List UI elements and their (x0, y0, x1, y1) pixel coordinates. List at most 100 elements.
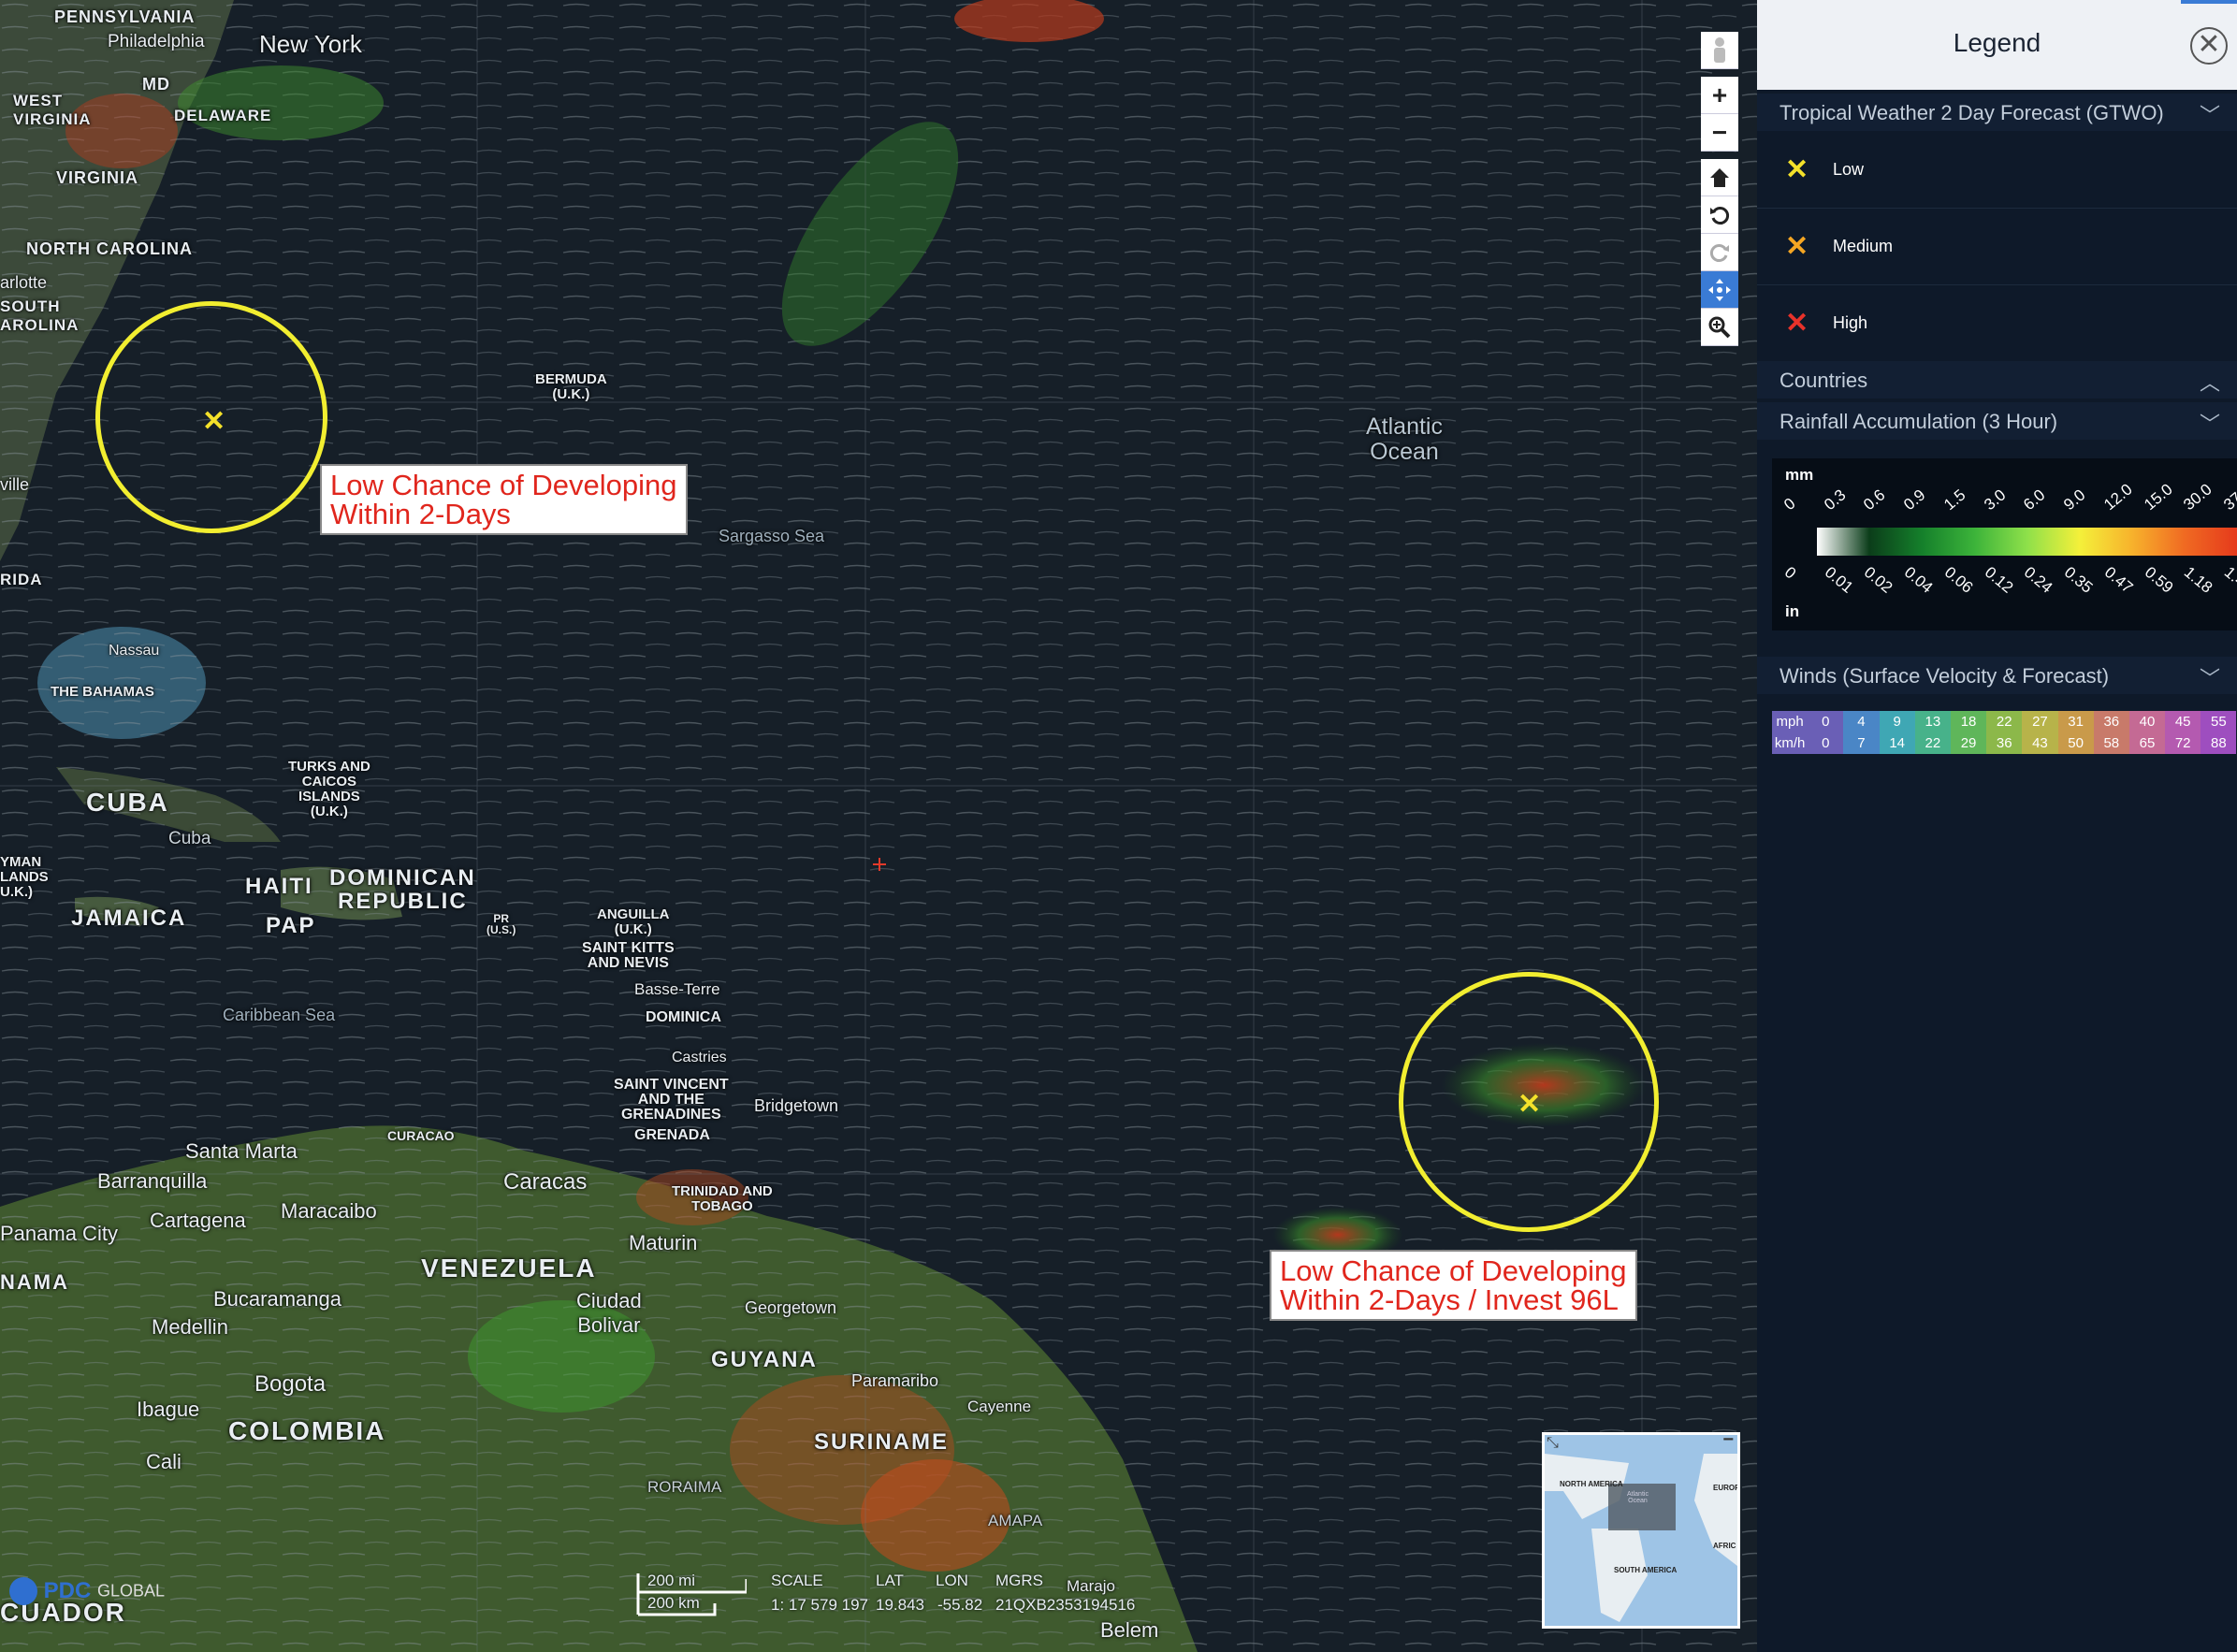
label-bridgetown: Bridgetown (754, 1096, 839, 1115)
wind-value-cell: 36 (1986, 732, 2023, 754)
scale-label: SCALE (771, 1572, 823, 1589)
label-santa-marta: Santa Marta (185, 1139, 298, 1163)
rainfall-in-tick: 0.04 (1900, 563, 1937, 597)
street-view-button[interactable] (1701, 32, 1738, 69)
legend-item-label: Low (1833, 160, 1865, 179)
legend-item-label: Medium (1833, 237, 1894, 255)
zoom-out-button[interactable]: − (1701, 114, 1738, 152)
rainfall-mm-tick: 1.5 (1940, 485, 1969, 514)
pan-button[interactable] (1701, 271, 1738, 309)
label-trinidad: TRINIDAD AND TOBAGO (672, 1183, 773, 1214)
rotate-left-button[interactable] (1701, 196, 1738, 234)
legend-item-medium: ✕ Medium (1757, 210, 2237, 285)
label-maracaibo: Maracaibo (281, 1199, 377, 1223)
label-west-virginia: WEST VIRGINIA (13, 92, 92, 128)
legend-section-rainfall[interactable]: Rainfall Accumulation (3 Hour) ﹀ (1757, 402, 2237, 440)
label-belem: Belem (1100, 1618, 1159, 1642)
wind-value-cell: 27 (2022, 711, 2058, 732)
rainfall-mm-tick: 3.0 (1980, 485, 2010, 514)
map-toolbar: + − (1701, 32, 1738, 346)
label-marajo: Marajo (1067, 1577, 1115, 1595)
label-dominican-republic: DOMINICAN REPUBLIC (329, 865, 476, 914)
label-ville: ville (0, 475, 30, 494)
label-rida: RIDA (0, 571, 43, 588)
label-south-carolina: SOUTH AROLINA (0, 297, 80, 334)
overview-map[interactable]: ⤡ − NORTH AMERICA EUROP AFRIC SOUTH AMER… (1542, 1432, 1740, 1629)
label-grenada: GRENADA (634, 1127, 710, 1143)
callout-line: Within 2-Days / Invest 96L (1280, 1283, 1619, 1316)
legend-section-gtwo[interactable]: Tropical Weather 2 Day Forecast (GTWO) ﹀ (1757, 94, 2237, 131)
label-caracas: Caracas (503, 1169, 588, 1195)
expand-icon[interactable]: ⤡ (1547, 1435, 1559, 1452)
rainfall-mm-tick: 9.0 (2060, 485, 2089, 514)
label-charlotte: arlotte (0, 273, 48, 292)
overview-label: NORTH AMERICA (1560, 1480, 1623, 1488)
close-icon: ✕ (2197, 29, 2221, 60)
rainfall-in-tick: 0.01 (1821, 563, 1857, 597)
overview-label: EUROP (1713, 1484, 1740, 1492)
callout-line: Within 2-Days (330, 498, 511, 530)
label-turks-caicos: TURKS AND CAICOS ISLANDS (U.K.) (288, 759, 370, 819)
legend-item-high: ✕ High (1757, 286, 2237, 362)
rainfall-in-tick: 0.06 (1940, 563, 1977, 597)
wind-value-cell: 72 (2165, 732, 2201, 754)
legend-section-winds[interactable]: Winds (Surface Velocity & Forecast) ﹀ (1757, 657, 2237, 694)
section-title: Countries (1779, 369, 1868, 392)
label-amapa: AMAPA (988, 1512, 1043, 1529)
label-medellin: Medellin (152, 1315, 228, 1339)
overview-map-image (1545, 1454, 1737, 1622)
scale-value: 1: 17 579 197 (771, 1596, 868, 1614)
callout-annotation: Low Chance of Developing Within 2-Days /… (1270, 1250, 1637, 1321)
label-pr: PR (U.S.) (487, 912, 516, 936)
wind-value-cell: 40 (2128, 711, 2166, 732)
mgrs-value: 21QXB2353194516 (995, 1596, 1136, 1614)
wind-value-cell: 0 (1808, 711, 1844, 732)
label-saint-vincent: SAINT VINCENT AND THE GRENADINES (614, 1077, 729, 1123)
label-sargasso-sea: Sargasso Sea (719, 527, 825, 545)
person-icon (1714, 36, 1725, 63)
label-panama-city: Panama City (0, 1222, 118, 1245)
wind-value-cell: 22 (1914, 732, 1951, 754)
low-chance-marker-icon[interactable]: ✕ (1518, 1091, 1541, 1119)
rainfall-mm-tick: 0.9 (1900, 485, 1929, 514)
rainfall-mm-tick: 12.0 (2099, 480, 2136, 514)
label-jamaica: JAMAICA (71, 906, 187, 931)
wind-value-cell: 45 (2165, 711, 2201, 732)
pan-icon (1708, 278, 1731, 301)
pdc-logo-icon (9, 1577, 37, 1605)
chevron-down-icon: ﹀ (2199, 413, 2220, 436)
legend-section-countries[interactable]: Countries ︿ (1757, 361, 2237, 399)
label-cayman: YMAN LANDS U.K.) (0, 854, 49, 900)
wind-unit-label: mph (1772, 711, 1808, 732)
label-atlantic-ocean: Atlantic Ocean (1366, 413, 1443, 465)
wind-value-cell: 29 (1950, 732, 1987, 754)
rainfall-mm-tick: 0.3 (1820, 485, 1850, 514)
map-view[interactable]: PENNSYLVANIA Philadelphia New York WEST … (0, 0, 1757, 1652)
legend-accent-bar (2181, 0, 2237, 4)
zoom-in-button[interactable]: + (1701, 77, 1738, 114)
low-chance-marker-icon[interactable]: ✕ (202, 408, 225, 436)
rotate-right-button[interactable] (1701, 234, 1738, 271)
wind-value-cell: 50 (2057, 732, 2094, 754)
rainfall-in-tick: 1.18 (2181, 563, 2216, 597)
lon-label: LON (936, 1572, 968, 1589)
section-title: Winds (Surface Velocity & Forecast) (1779, 664, 2110, 688)
label-bucaramanga: Bucaramanga (213, 1287, 341, 1311)
rotate-ccw-icon (1710, 206, 1730, 225)
label-castries: Castries (672, 1050, 727, 1065)
close-button[interactable]: ✕ (2190, 27, 2228, 65)
x-marker-icon: ✕ (1785, 308, 1809, 339)
mgrs-label: MGRS (995, 1572, 1043, 1589)
rainfall-in-tick: 0.47 (2100, 563, 2137, 597)
collapse-icon[interactable]: − (1722, 1435, 1734, 1451)
wind-kmh-row: km/h 0 7 14 22 29 36 43 50 58 65 72 88 (1772, 732, 2237, 754)
wind-value-cell: 43 (2022, 732, 2058, 754)
zoom-box-button[interactable] (1701, 309, 1738, 346)
rainfall-in-tick: 0.02 (1861, 563, 1896, 597)
label-bahamas: THE BAHAMAS (51, 684, 154, 700)
pdc-logo: PDC GLOBAL (9, 1577, 165, 1605)
label-md: MD (142, 75, 170, 94)
unit-in: in (1785, 602, 1800, 620)
home-button[interactable] (1701, 159, 1738, 196)
x-marker-icon: ✕ (1785, 154, 1809, 185)
